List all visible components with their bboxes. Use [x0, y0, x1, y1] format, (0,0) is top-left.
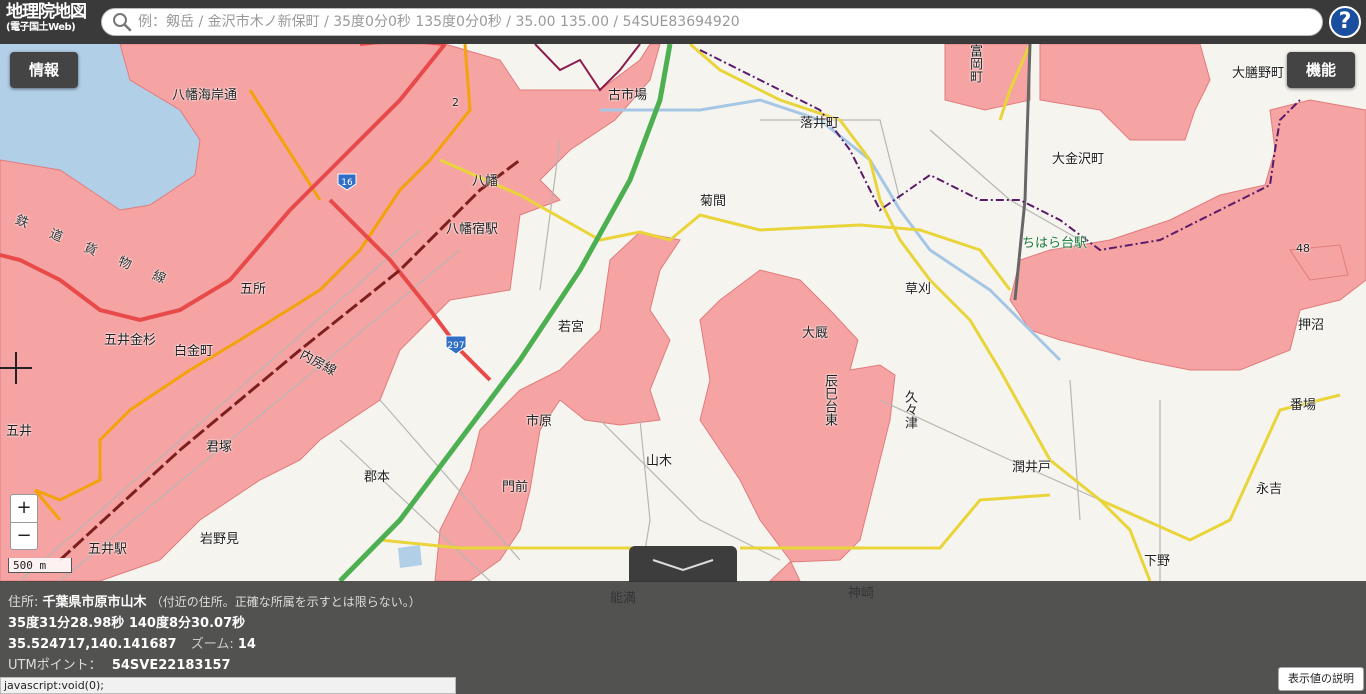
place-label: 落井町: [800, 116, 840, 131]
search-input[interactable]: [132, 9, 1322, 35]
place-label: 永吉: [1256, 482, 1283, 497]
zoom-control: + −: [10, 494, 38, 550]
address-note: （付近の住所。正確な所属を示すとは限らない。）: [150, 595, 421, 609]
chevron-down-icon: [652, 559, 714, 572]
place-label: 八幡海岸通: [172, 88, 238, 103]
browser-status-bar: javascript:void(0);: [0, 677, 456, 694]
search-bar[interactable]: [101, 8, 1323, 36]
utm-value: 54SVE22183157: [111, 658, 231, 673]
place-label: 門前: [502, 480, 529, 495]
crosshair-icon: [0, 352, 32, 384]
place-label: 押沼: [1298, 318, 1325, 333]
elevation-label: 2: [452, 96, 459, 109]
header: 地理院地図 (電子国土Web) ?: [0, 0, 1366, 44]
place-label: 山木: [646, 454, 673, 469]
place-label: 富岡町: [967, 44, 982, 83]
search-icon: [113, 13, 132, 32]
address-value: 千葉県市原市山木: [42, 595, 147, 610]
info-panel-toggle[interactable]: [629, 546, 737, 582]
place-label: 潤井戸: [1012, 460, 1052, 475]
info-button[interactable]: 情報: [10, 52, 78, 88]
zoom-in-button[interactable]: +: [11, 495, 37, 522]
place-label: 郡本: [364, 470, 391, 485]
place-label: 八幡: [472, 174, 499, 189]
station-label: ちはら台駅: [1022, 236, 1088, 251]
help-button[interactable]: ?: [1329, 6, 1361, 38]
logo-title: 地理院地図: [6, 2, 87, 22]
place-label: 番場: [1290, 398, 1317, 413]
place-label: 下野: [1144, 554, 1171, 569]
place-label: 菊間: [700, 194, 727, 209]
gsi-logo[interactable]: 地理院地図 (電子国土Web): [6, 4, 98, 40]
function-button[interactable]: 機能: [1287, 52, 1355, 88]
road-shield-number: 16: [341, 178, 353, 188]
station-label: 八幡宿駅: [446, 222, 499, 237]
place-label: 岩野見: [200, 532, 240, 547]
place-label: 大厩: [802, 326, 829, 341]
address-label: 住所:: [8, 595, 39, 610]
place-label: 久々津: [902, 390, 917, 429]
zoom-out-button[interactable]: −: [11, 522, 37, 550]
help-icon: ?: [1338, 9, 1352, 34]
explain-values-button[interactable]: 表示値の説明: [1278, 667, 1364, 691]
water-area: [398, 545, 422, 568]
place-label: 古市場: [608, 88, 648, 103]
place-label: 五井金杉: [104, 333, 157, 348]
place-label: 五井: [6, 424, 33, 439]
station-label: 五井駅: [88, 542, 128, 557]
place-label: 五所: [240, 282, 267, 297]
place-label: 大膳野町: [1232, 66, 1285, 81]
dms-coordinates: 35度31分28.98秒 140度8分30.07秒: [8, 616, 246, 631]
place-label: 大金沢町: [1052, 152, 1105, 167]
place-label: 辰巳台東: [822, 374, 837, 426]
scale-bar: 500 m: [8, 558, 72, 573]
place-label: 市原: [526, 414, 553, 429]
road-shield-number: 297: [447, 341, 464, 351]
elevation-label: 48: [1296, 242, 1310, 255]
place-label: 若宮: [558, 320, 585, 335]
zoom-value: 14: [237, 637, 256, 652]
zoom-label: ズーム:: [190, 637, 234, 652]
place-label: 白金町: [174, 344, 214, 359]
utm-label: UTMポイント：: [8, 658, 102, 673]
logo-subtitle: (電子国土Web): [6, 22, 76, 33]
place-label: 君塚: [206, 440, 233, 455]
place-label: 草刈: [905, 282, 932, 297]
decimal-coordinates: 35.524717,140.141687: [8, 637, 177, 652]
